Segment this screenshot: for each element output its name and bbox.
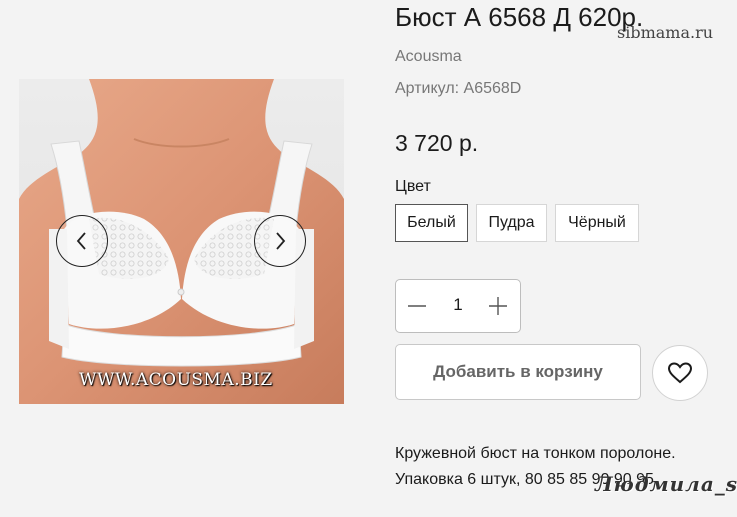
gallery-next-button[interactable]: [254, 215, 306, 267]
plus-icon: [489, 297, 507, 315]
gallery-prev-button[interactable]: [56, 215, 108, 267]
site-watermark: sibmama.ru: [617, 23, 714, 42]
product-brand: Acousma: [395, 48, 462, 65]
minus-icon: [408, 305, 426, 307]
heart-icon: [667, 362, 693, 384]
product-price: 3 720 р.: [395, 130, 479, 156]
quantity-stepper: [395, 279, 521, 333]
color-label: Цвет: [395, 178, 431, 195]
chevron-left-icon: [76, 232, 86, 250]
chevron-right-icon: [276, 232, 286, 250]
color-option-powder[interactable]: Пудра: [476, 204, 547, 242]
image-watermark: WWW.ACOUSMA.BIZ: [79, 370, 273, 390]
color-option-white[interactable]: Белый: [395, 204, 468, 242]
add-to-cart-button[interactable]: Добавить в корзину: [395, 344, 641, 400]
quantity-increase-button[interactable]: [485, 293, 511, 319]
color-option-black[interactable]: Чёрный: [555, 204, 639, 242]
product-image-gallery: WWW.ACOUSMA.BIZ: [19, 79, 344, 404]
quantity-input[interactable]: [436, 295, 480, 315]
signature-watermark: Людмила_s: [595, 472, 737, 496]
quantity-decrease-button[interactable]: [404, 293, 430, 319]
wishlist-button[interactable]: [652, 345, 708, 401]
description-line-1: Кружевной бюст на тонком поролоне.: [395, 445, 676, 462]
product-sku: Артикул: А6568D: [395, 80, 522, 97]
product-title: Бюст А 6568 Д 620р.: [395, 2, 644, 32]
